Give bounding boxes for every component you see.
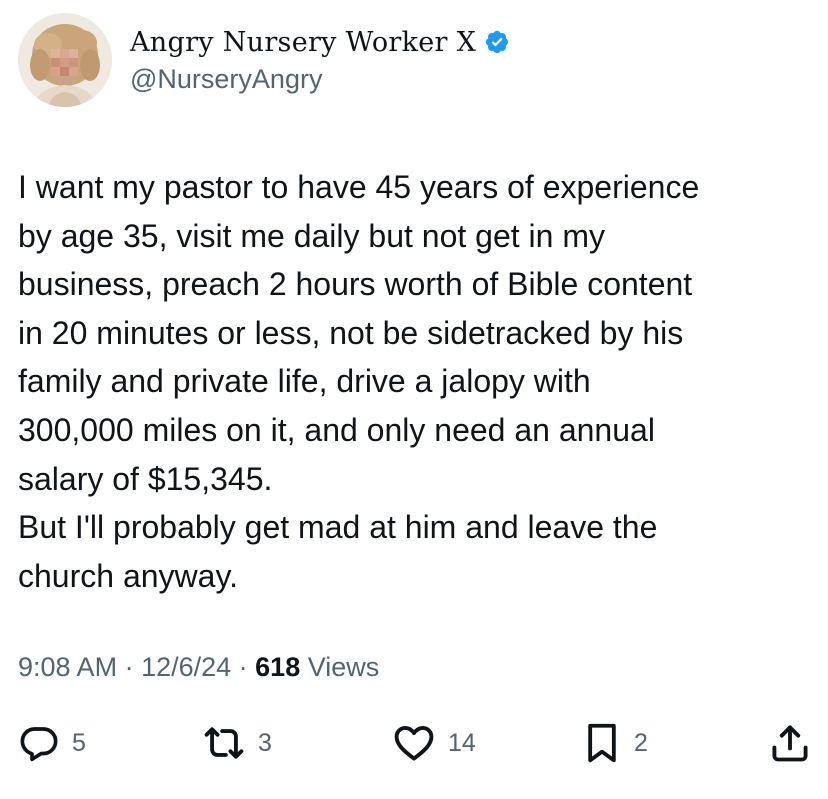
author-handle[interactable]: @NurseryAngry <box>130 64 322 95</box>
meta-separator: · <box>231 652 256 682</box>
author-name-row: Angry Nursery Worker X <box>130 22 510 62</box>
reply-count: 5 <box>72 728 86 757</box>
share-icon <box>772 725 808 762</box>
views-label: Views <box>300 652 380 682</box>
reply-button[interactable]: 5 <box>18 720 86 766</box>
action-bar: 5 3 14 2 <box>0 720 828 766</box>
like-count: 14 <box>448 728 476 757</box>
repost-icon <box>204 727 244 759</box>
bookmark-button[interactable]: 2 <box>582 720 648 766</box>
tweet-date[interactable]: 12/6/24 <box>141 652 231 683</box>
display-name[interactable]: Angry Nursery Worker X <box>130 27 476 58</box>
bookmark-icon <box>588 723 616 763</box>
meta-separator: · <box>117 652 142 682</box>
tweet-text: I want my pastor to have 45 years of exp… <box>18 169 700 594</box>
bookmark-count: 2 <box>634 728 648 757</box>
like-button[interactable]: 14 <box>392 720 476 766</box>
repost-count: 3 <box>258 728 272 757</box>
avatar-image <box>18 13 112 107</box>
repost-button[interactable]: 3 <box>202 720 272 766</box>
tweet-card: Angry Nursery Worker X @NurseryAngry I w… <box>0 0 828 799</box>
views-count: 618 <box>255 652 301 682</box>
avatar[interactable] <box>18 13 112 107</box>
verified-badge-icon[interactable] <box>484 29 510 55</box>
tweet-meta: 9:08 AM · 12/6/24 · 618 Views <box>18 652 379 683</box>
tweet-time[interactable]: 9:08 AM <box>18 652 117 683</box>
share-button[interactable] <box>768 720 812 766</box>
reply-icon <box>20 727 58 762</box>
heart-icon <box>394 726 434 761</box>
